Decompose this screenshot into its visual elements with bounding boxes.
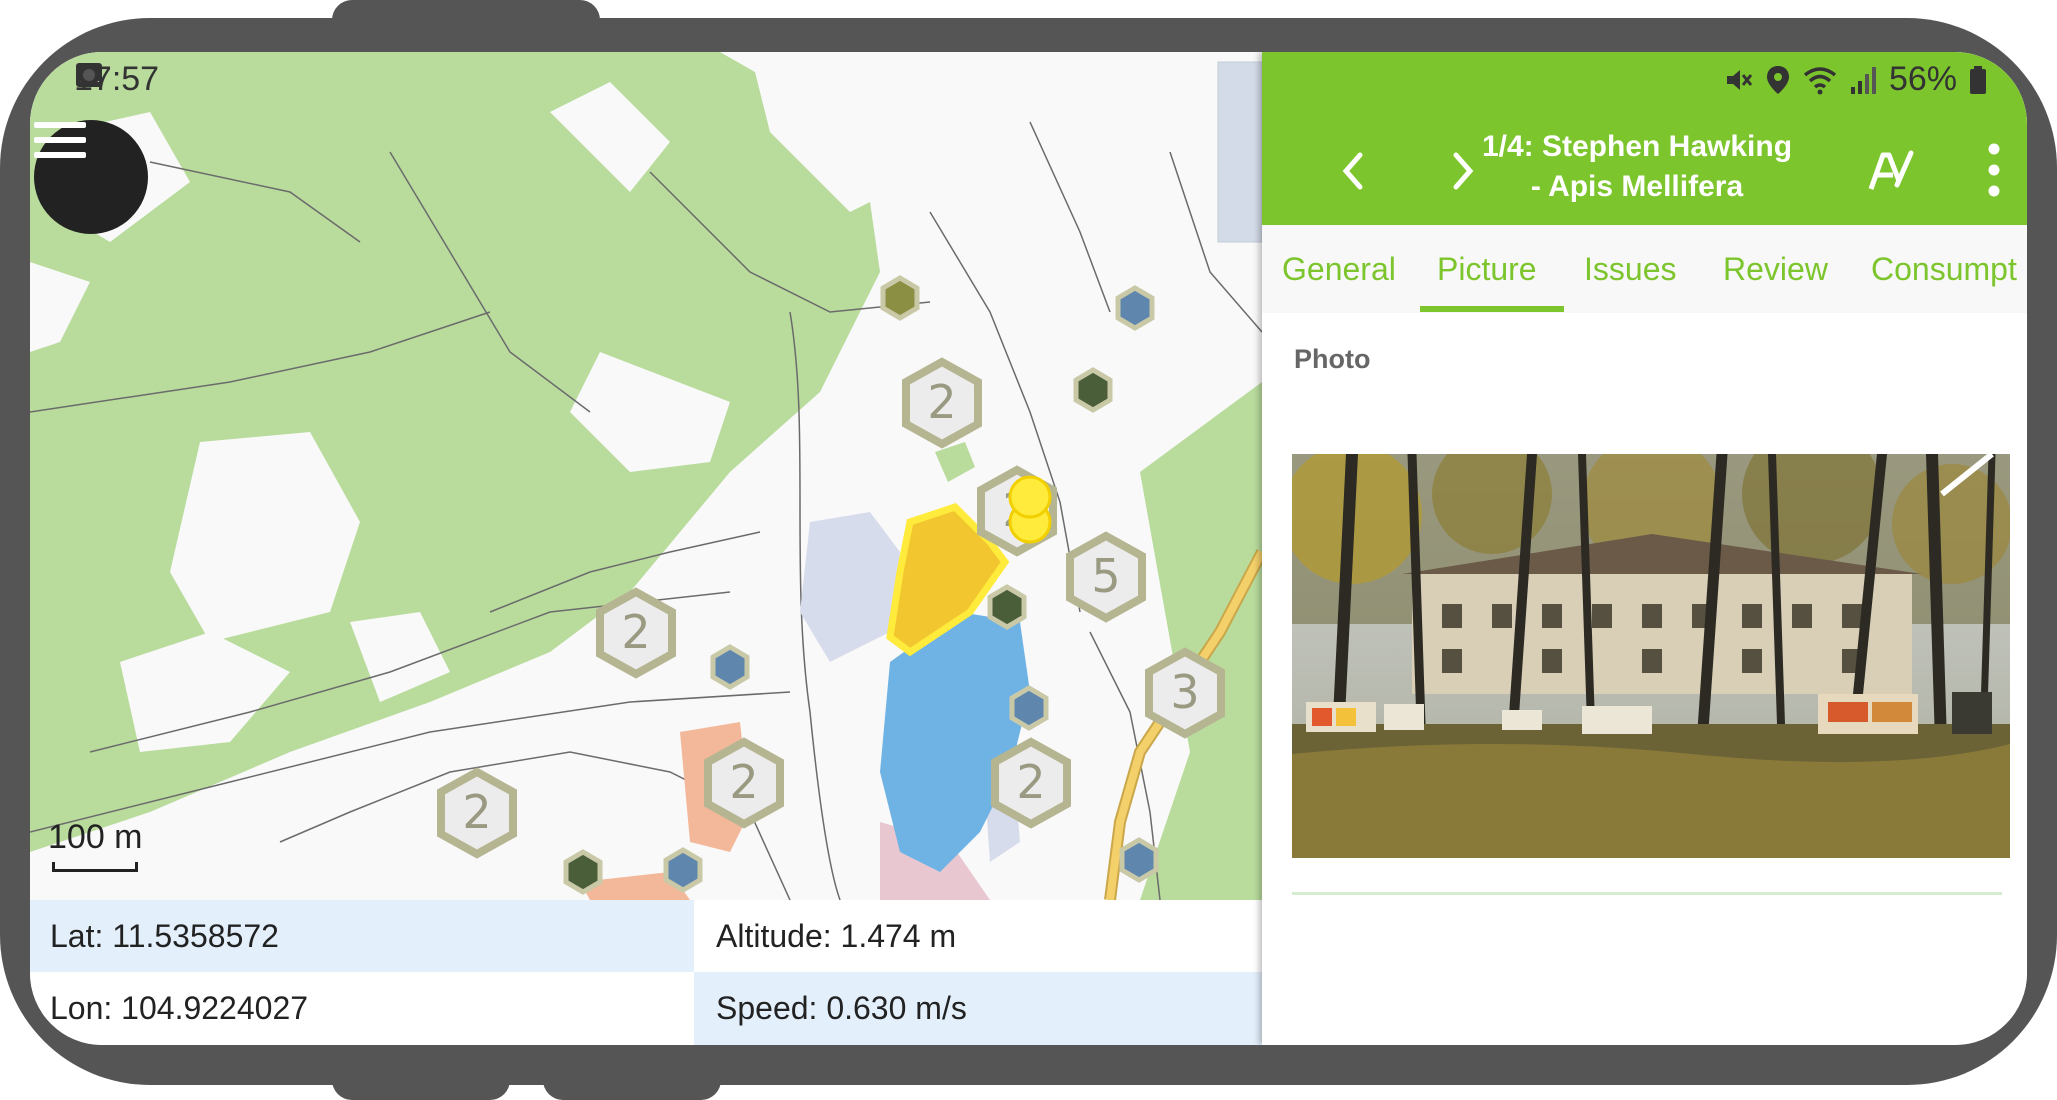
scale-bar [52,862,138,872]
battery-percent: 56% [1888,60,1957,98]
current-location-marker [1008,475,1052,519]
cluster-count: 3 [1170,665,1199,719]
latitude-value: Lat: 11.5358572 [30,900,694,972]
cluster-count: 2 [462,785,491,839]
altitude-value: Altitude: 1.474 m [694,900,1262,972]
marker-dark [1073,367,1113,413]
more-vert-icon [1988,143,2000,197]
location-icon [1766,65,1789,94]
marker-blue [710,644,750,690]
record-title-line2: - Apis Mellifera [1530,170,1744,203]
status-bar-right: 56% [1723,60,1987,99]
battery-icon [1970,65,1986,94]
detail-panel: 56% 1/4: Stephen Hawking - Apis Mellifer… [1262,52,2027,1045]
tab-consumption[interactable]: Consumpt [1871,251,2017,288]
marker-blue [1009,685,1049,731]
signal-icon [1850,66,1876,94]
marker-blue [1115,285,1155,331]
tab-review[interactable]: Review [1723,251,1828,288]
location-info-panel: Lat: 11.5358572 Altitude: 1.474 m Lon: 1… [30,900,1262,1045]
tab-issues[interactable]: Issues [1584,251,1676,288]
photo-image [1292,454,2010,858]
more-options-button[interactable] [1974,138,2014,202]
building [800,512,900,662]
tab-general[interactable]: General [1282,251,1396,288]
cluster-count: 2 [927,375,956,429]
cluster-count: 5 [1091,549,1120,603]
cluster-count: 2 [729,755,758,809]
status-bar-left: 17:57 [74,60,159,99]
marker-blue [663,847,703,893]
chevron-left-icon [1342,152,1363,190]
previous-button[interactable] [1326,144,1380,198]
map-view[interactable]: 2 2 2 5 2 2 3 2 17:57 [30,52,1262,900]
edit-text-button[interactable] [1862,140,1922,200]
speed-value: Speed: 0.630 m/s [694,972,1262,1045]
record-title: 1/4: Stephen Hawking - Apis Mellifera [1477,127,1797,207]
marker-dark [563,849,603,895]
cluster-count: 2 [1016,755,1045,809]
longitude-value: Lon: 104.9224027 [30,972,694,1045]
section-label: Photo [1294,344,1371,374]
active-tab-indicator [1420,306,1564,312]
scale-label: 100 m [48,818,143,856]
marker-dark [987,584,1027,630]
menu-icon [34,122,86,158]
volume-down-button [543,1060,721,1100]
volume-up-button [332,1060,510,1100]
record-title-line1: 1/4: Stephen Hawking [1481,130,1793,163]
power-button [332,0,600,40]
marker-blue [1119,837,1159,883]
section-divider [1292,892,2002,895]
edit-text-icon [1868,150,1914,190]
phone-screen: 2 2 2 5 2 2 3 2 17:57 [30,52,2027,1045]
tab-picture[interactable]: Picture [1437,251,1537,288]
map-canvas[interactable]: 2 2 2 5 2 2 3 2 [30,52,1262,900]
marker-olive [880,275,920,321]
sync-icon [78,64,100,86]
chevron-right-icon [1453,152,1474,190]
cluster-count: 2 [621,605,650,659]
panel-header: 56% 1/4: Stephen Hawking - Apis Mellifer… [1262,52,2027,225]
forest-area [1140,382,1262,900]
menu-button[interactable] [34,120,148,234]
apiary-photo[interactable] [1292,454,2010,858]
tab-bar: General Picture Issues Review Consumpt [1262,225,2027,313]
wifi-icon [1803,66,1837,94]
mute-icon [1726,69,1753,90]
building [1217,61,1262,243]
